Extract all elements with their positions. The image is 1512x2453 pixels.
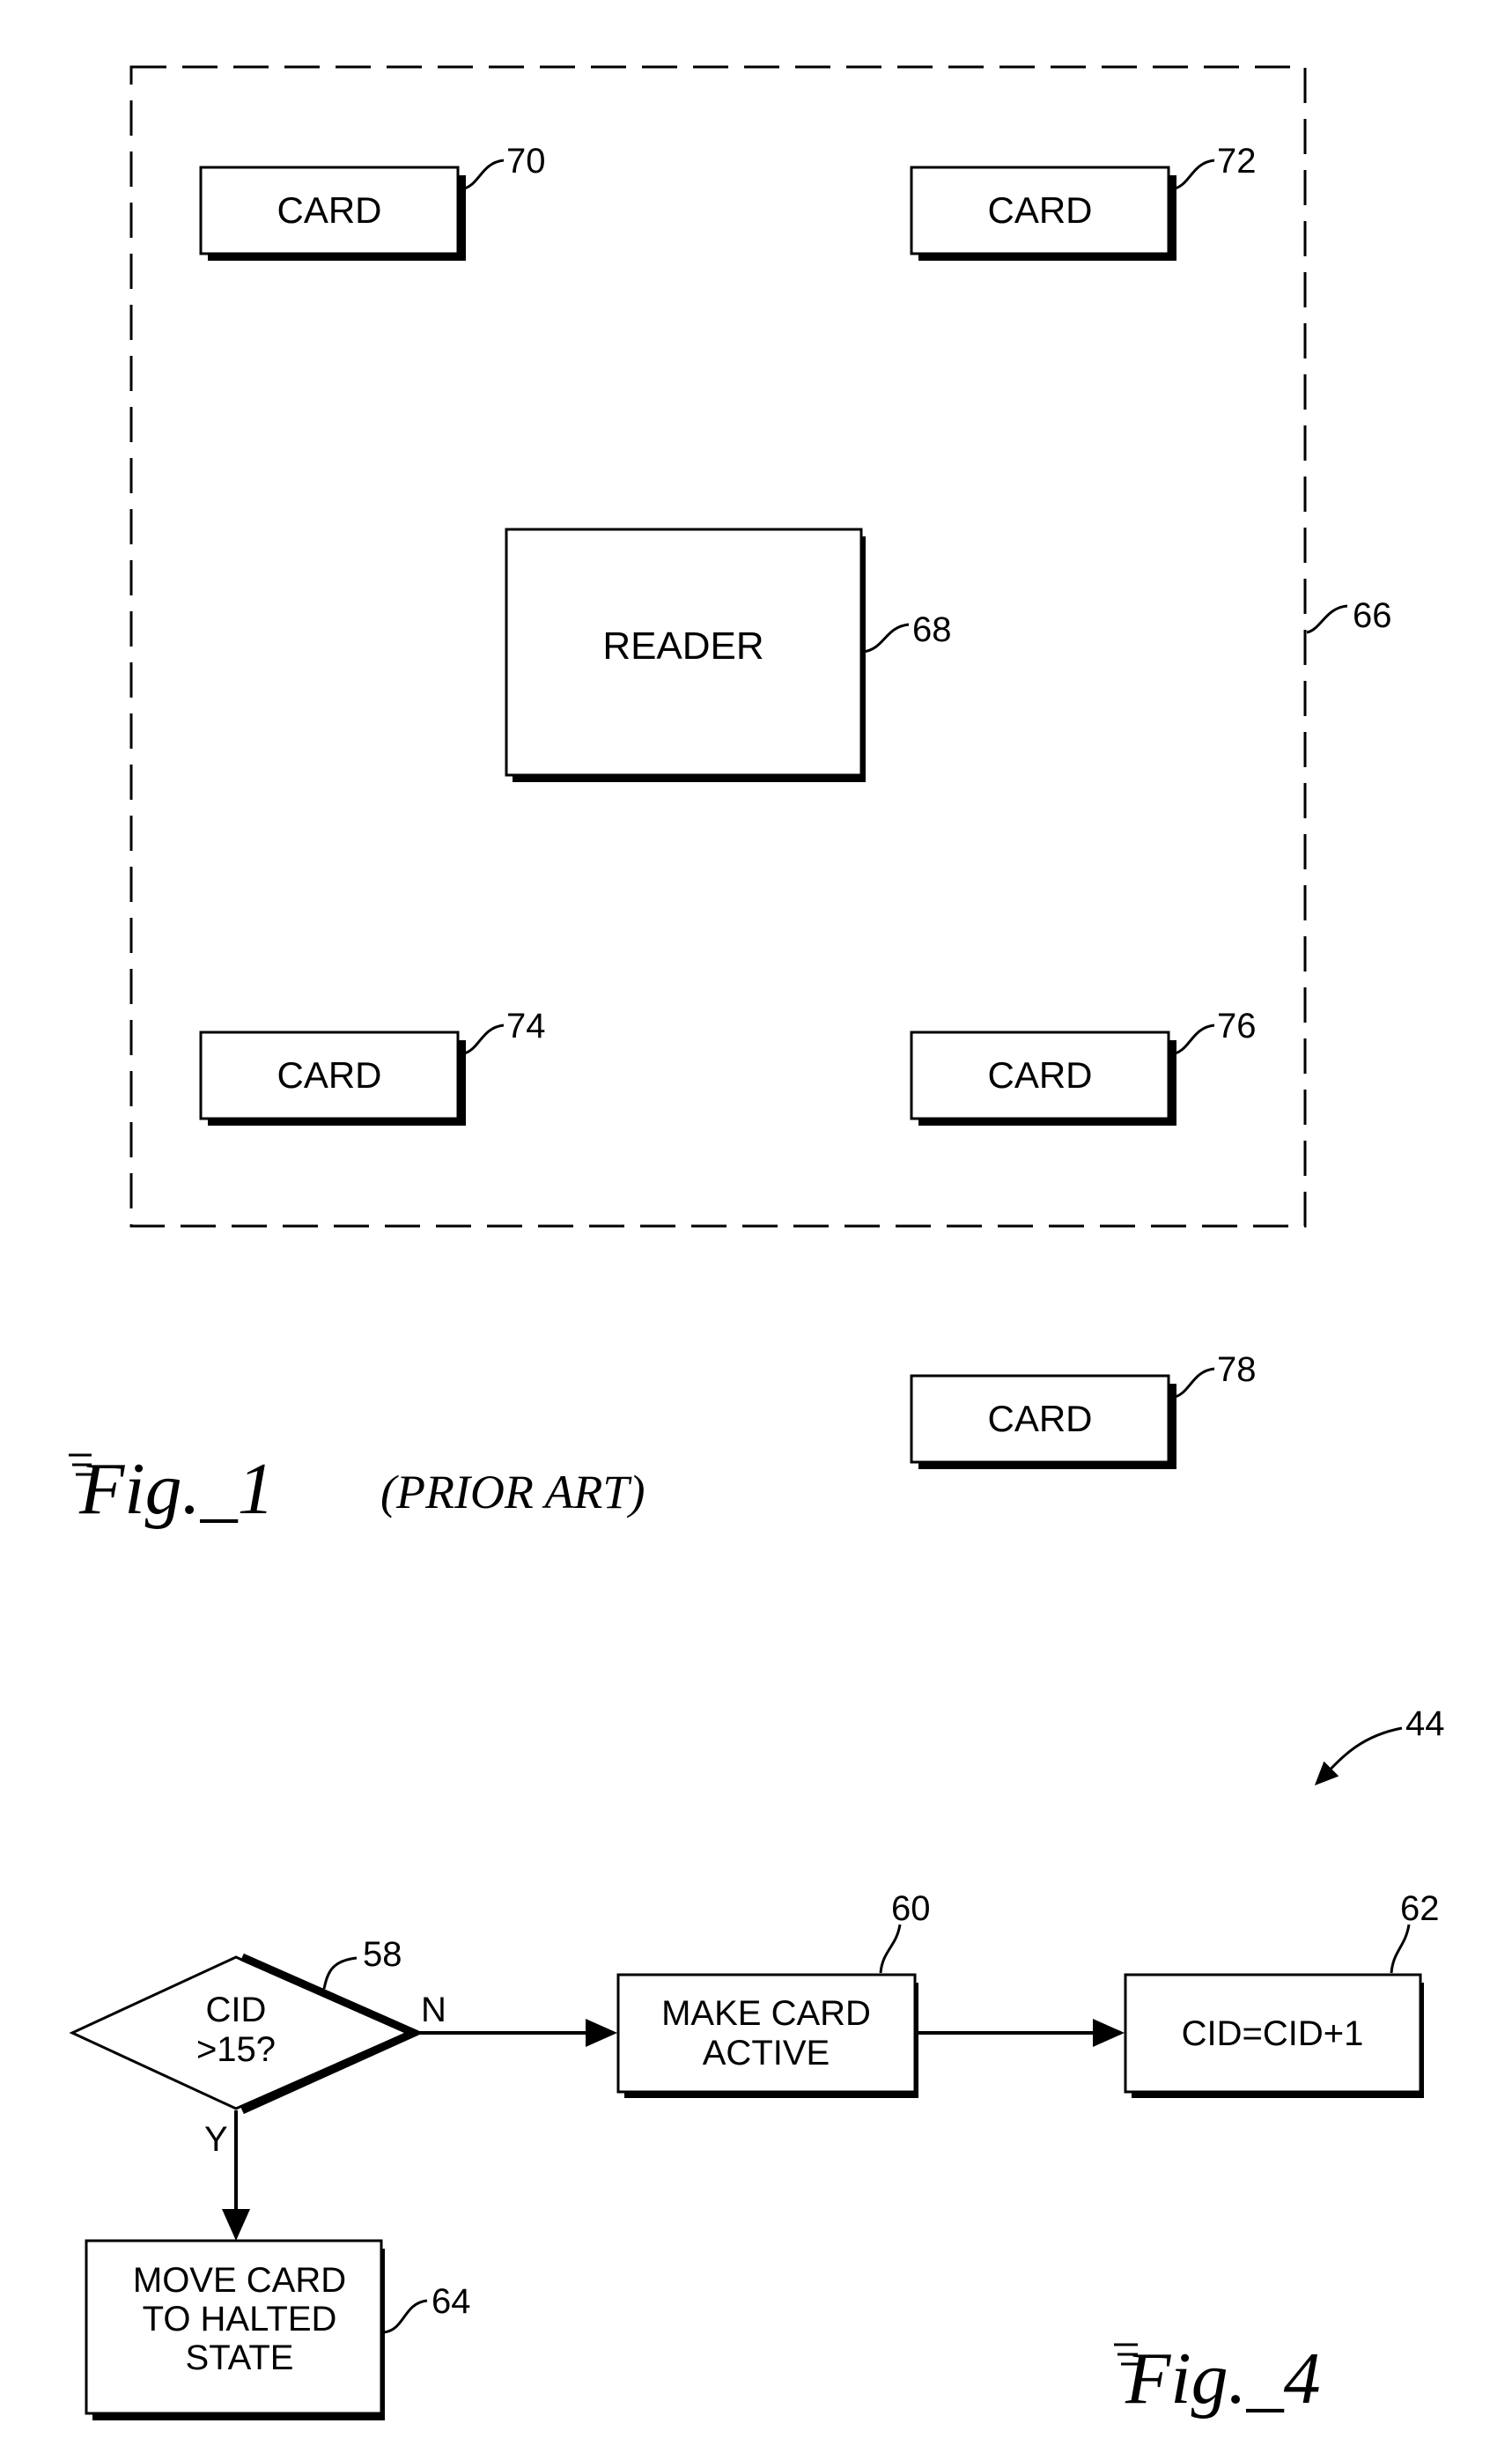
card-label: CARD (987, 189, 1092, 231)
leader-line-60 (879, 1924, 902, 1974)
yes-branch-label: Y (204, 2120, 228, 2159)
figure-4: 44 CID >15? 58 N Y MAKE CARD ACTIVE 60 C… (69, 1704, 1445, 2420)
leader-line-70 (460, 159, 505, 191)
card-label: CARD (277, 1054, 381, 1096)
card-76: CARD 76 (910, 1007, 1257, 1126)
leader-line-64 (383, 2299, 428, 2334)
ref-64: 64 (431, 2282, 471, 2321)
figure-1: 66 CARD 70 CARD 72 READER 68 CARD 74 CAR… (69, 65, 1392, 1530)
ref-74: 74 (506, 1007, 546, 1045)
card-70: CARD 70 (199, 142, 546, 261)
ref-60: 60 (891, 1889, 931, 1928)
ref-44: 44 (1405, 1704, 1445, 1743)
leader-line-72 (1170, 159, 1215, 191)
leader-line-66 (1306, 604, 1348, 634)
halt-line-3: STATE (186, 2338, 294, 2377)
reader-68: READER 68 (505, 528, 952, 782)
ref-70: 70 (506, 142, 546, 181)
ref-78: 78 (1217, 1350, 1257, 1389)
increment-label: CID=CID+1 (1182, 2014, 1364, 2053)
make-card-active-step: MAKE CARD ACTIVE 60 (616, 1889, 931, 2098)
leader-line-58 (322, 1956, 358, 1990)
make-active-line-2: ACTIVE (703, 2034, 830, 2072)
card-label: CARD (987, 1054, 1092, 1096)
ref-62: 62 (1400, 1889, 1440, 1928)
card-78: CARD 78 (910, 1350, 1257, 1469)
reader-label: READER (602, 624, 763, 668)
decision-line-1: CID (206, 1991, 267, 2029)
card-label: CARD (277, 189, 381, 231)
ref-68: 68 (912, 610, 952, 649)
ref-66: 66 (1353, 596, 1392, 635)
no-branch-label: N (421, 1991, 446, 2029)
increment-cid-step: CID=CID+1 62 (1124, 1889, 1440, 2098)
decision-cid-gt-15: CID >15? 58 N Y (69, 1935, 446, 2159)
leader-line-62 (1390, 1924, 1411, 1974)
halt-line-1: MOVE CARD (133, 2261, 346, 2300)
leader-line-76 (1170, 1023, 1215, 1056)
ref-58: 58 (363, 1935, 402, 1974)
decision-line-2: >15? (196, 2030, 276, 2069)
leader-line-68 (863, 623, 910, 654)
move-card-to-halted-step: MOVE CARD TO HALTED STATE 64 (85, 2239, 471, 2420)
card-74: CARD 74 (199, 1007, 546, 1126)
leader-line-74 (460, 1023, 505, 1056)
patent-drawing-sheet: 66 CARD 70 CARD 72 READER 68 CARD 74 CAR… (69, 65, 1445, 2420)
ref-44-pointer: 44 (1314, 1704, 1445, 1786)
figure-4-caption: Fig._4 (1114, 2338, 1321, 2420)
figure-4-label: Fig._4 (1125, 2338, 1321, 2420)
figure-1-caption: Fig._1 (PRIOR ART) (69, 1448, 645, 1530)
make-active-line-1: MAKE CARD (661, 1994, 871, 2033)
figure-1-prior-art: (PRIOR ART) (380, 1466, 645, 1518)
leader-line-78 (1170, 1367, 1215, 1400)
ref-76: 76 (1217, 1007, 1257, 1045)
halt-line-2: TO HALTED (143, 2300, 337, 2338)
figure-1-label: Fig._1 (78, 1448, 275, 1530)
card-label: CARD (987, 1398, 1092, 1439)
ref-72: 72 (1217, 142, 1257, 181)
card-72: CARD 72 (910, 142, 1257, 261)
